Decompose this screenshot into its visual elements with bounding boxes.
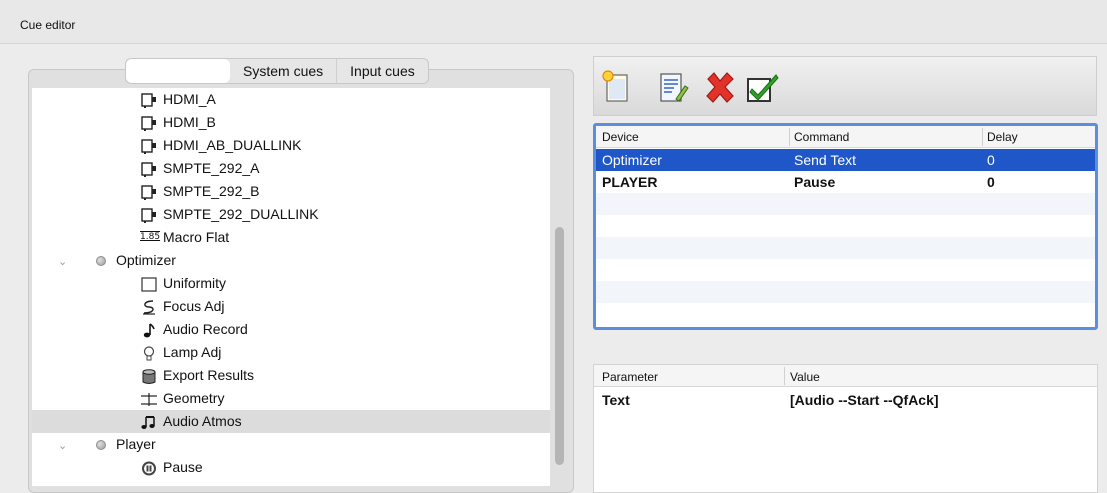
tree-item-smpte-292-b[interactable]: SMPTE_292_B	[32, 180, 550, 203]
tree-item-export-results[interactable]: Export Results	[32, 364, 550, 387]
tree-item-hdmi-b[interactable]: HDMI_B	[32, 111, 550, 134]
parameter-table[interactable]: Parameter Value Text [Audio --Start --Qf…	[593, 364, 1098, 493]
tree-item-smpte-292-duallink[interactable]: SMPTE_292_DUALLINK	[32, 203, 550, 226]
aspect-ratio-icon: 1.85	[140, 232, 161, 242]
tree-item-macro-flat[interactable]: 1.85 Macro Flat	[32, 226, 550, 249]
new-document-icon	[602, 70, 628, 102]
tab-blank[interactable]	[126, 59, 230, 83]
tree-item-label: SMPTE_292_DUALLINK	[163, 206, 319, 222]
tree-item-label: HDMI_B	[163, 114, 216, 130]
device-dot-icon	[96, 256, 106, 266]
window-title: Cue editor	[20, 18, 76, 32]
input-port-icon	[141, 115, 157, 131]
column-header-parameter[interactable]: Parameter	[602, 370, 658, 384]
input-port-icon	[141, 138, 157, 154]
tree-item-label: Audio Atmos	[163, 413, 242, 429]
tree-item-focus-adj[interactable]: Focus Adj	[32, 295, 550, 318]
cell-delay: 0	[987, 174, 995, 190]
tab-input-cues[interactable]: Input cues	[336, 59, 428, 83]
cue-command-table[interactable]: Device Command Delay Optimizer Send Text…	[593, 123, 1098, 330]
tree-group-label: Optimizer	[116, 252, 176, 268]
cell-parameter: Text	[602, 392, 630, 408]
input-port-icon	[141, 184, 157, 200]
tree-item-label: Pause	[163, 459, 203, 475]
tree-item-lamp-adj[interactable]: Lamp Adj	[32, 341, 550, 364]
tree-item-geometry[interactable]: Geometry	[32, 387, 550, 410]
uniformity-square-icon	[141, 276, 157, 292]
chevron-down-icon[interactable]: ⌄	[58, 251, 67, 274]
tree-item-label: HDMI_A	[163, 91, 216, 107]
tree-group-optimizer[interactable]: ⌄ Optimizer	[32, 249, 550, 272]
tree-item-label: SMPTE_292_B	[163, 183, 260, 199]
green-check-icon	[747, 74, 779, 102]
edit-cue-button[interactable]	[654, 69, 690, 105]
double-music-note-icon	[141, 414, 157, 429]
tree-item-hdmi-a[interactable]: HDMI_A	[32, 88, 550, 111]
cell-value[interactable]: [Audio --Start --QfAck]	[790, 389, 939, 411]
cue-category-tabs: System cues Input cues	[125, 58, 429, 84]
table-row-empty[interactable]	[596, 259, 1095, 281]
lightbulb-icon	[141, 345, 157, 361]
apply-cue-button[interactable]	[744, 69, 780, 105]
tree-item-label: Lamp Adj	[163, 344, 222, 360]
music-note-icon	[141, 322, 157, 338]
tree-scrollbar[interactable]	[555, 227, 564, 465]
table-row-empty[interactable]	[596, 215, 1095, 237]
table-row[interactable]: PLAYER Pause 0	[596, 171, 1095, 193]
input-port-icon	[141, 161, 157, 177]
table-row-empty[interactable]	[596, 303, 1095, 325]
tree-item-label: HDMI_AB_DUALLINK	[163, 137, 302, 153]
tree-item-smpte-292-a[interactable]: SMPTE_292_A	[32, 157, 550, 180]
column-header-value[interactable]: Value	[790, 370, 820, 384]
input-port-icon	[141, 207, 157, 223]
window-titlebar: Cue editor	[0, 0, 1107, 44]
column-header-command[interactable]: Command	[794, 130, 849, 144]
focus-wave-icon	[141, 299, 157, 315]
tree-item-uniformity[interactable]: Uniformity	[32, 272, 550, 295]
table-header: Device Command Delay	[596, 126, 1095, 148]
tree-item-label: Macro Flat	[163, 229, 230, 245]
tree-group-player[interactable]: ⌄ Player	[32, 433, 550, 456]
cell-command: Pause	[794, 174, 836, 190]
tree-item-label: Focus Adj	[163, 298, 225, 314]
column-header-device[interactable]: Device	[602, 130, 639, 144]
tree-item-label: Geometry	[163, 390, 225, 406]
tab-system-cues[interactable]: System cues	[230, 59, 336, 83]
cell-command: Send Text	[794, 152, 857, 168]
input-port-icon	[141, 92, 157, 108]
cue-toolbar	[593, 56, 1097, 116]
cue-tree: HDMI_A HDMI_B HDMI_AB_DUALLINK SMPTE_292…	[32, 88, 550, 486]
new-cue-button[interactable]	[600, 69, 636, 105]
device-dot-icon	[96, 440, 106, 450]
tree-item-label: Uniformity	[163, 275, 227, 291]
edit-document-icon	[660, 73, 689, 102]
tree-item-audio-atmos[interactable]: Audio Atmos	[32, 410, 550, 433]
cell-device: PLAYER	[602, 174, 658, 190]
tree-item-hdmi-ab-duallink[interactable]: HDMI_AB_DUALLINK	[32, 134, 550, 157]
column-header-delay[interactable]: Delay	[987, 130, 1018, 144]
table-row-empty[interactable]	[596, 281, 1095, 303]
cell-delay: 0	[987, 152, 995, 168]
chevron-down-icon[interactable]: ⌄	[58, 435, 67, 458]
table-row[interactable]: Optimizer Send Text 0	[596, 149, 1095, 171]
cell-device: Optimizer	[602, 152, 662, 168]
red-x-icon	[706, 72, 734, 103]
tree-group-label: Player	[116, 436, 156, 452]
tree-item-label: SMPTE_292_A	[163, 160, 260, 176]
table-row-empty[interactable]	[596, 237, 1095, 259]
tree-item-pause[interactable]: Pause	[32, 456, 550, 479]
table-row[interactable]: Text [Audio --Start --QfAck]	[594, 389, 1097, 411]
tree-item-label: Audio Record	[163, 321, 248, 337]
pause-circle-icon	[141, 460, 157, 476]
table-header: Parameter Value	[594, 365, 1097, 387]
geometry-icon	[141, 391, 157, 406]
table-row-empty[interactable]	[596, 193, 1095, 215]
database-cylinder-icon	[141, 368, 157, 384]
tree-item-label: Export Results	[163, 367, 255, 383]
delete-cue-button[interactable]	[702, 69, 738, 105]
tree-item-audio-record[interactable]: Audio Record	[32, 318, 550, 341]
